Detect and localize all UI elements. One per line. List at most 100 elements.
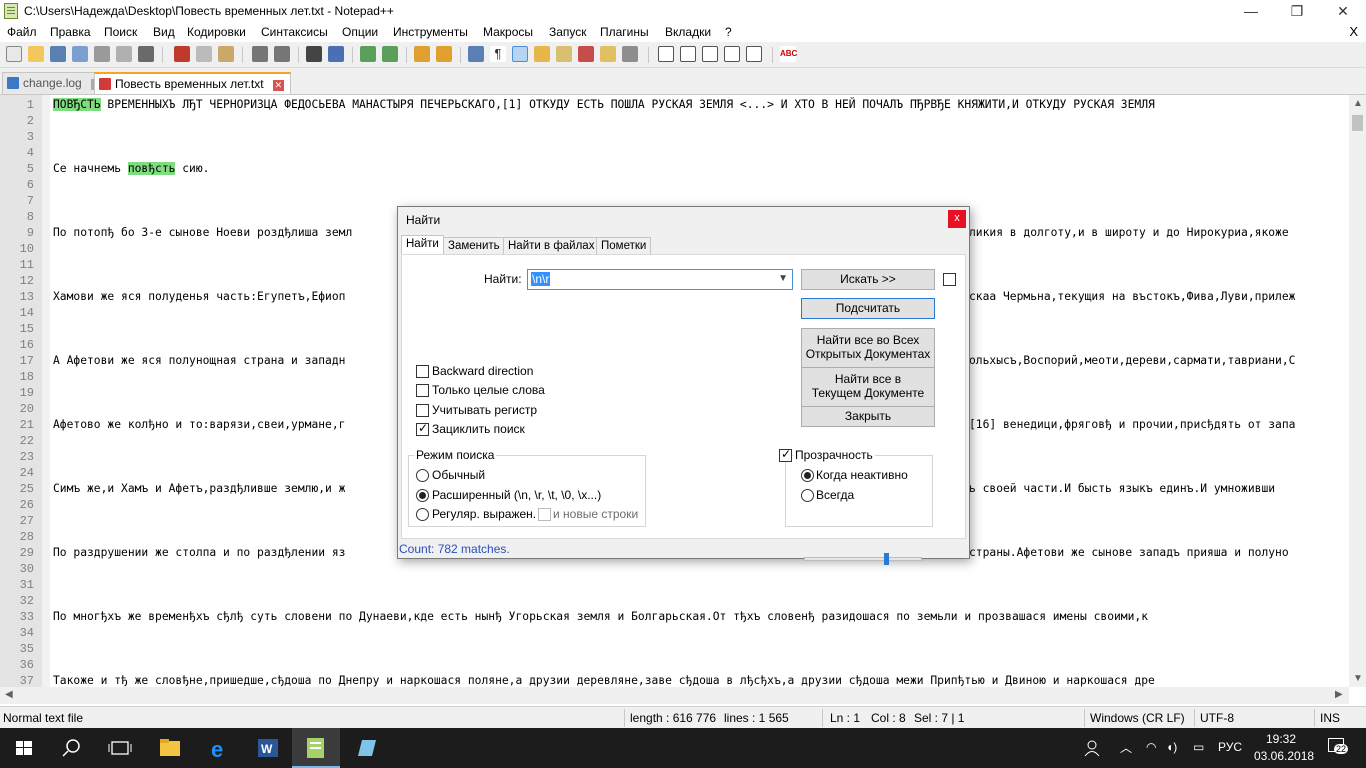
search-button[interactable] xyxy=(48,728,96,768)
save-all-icon[interactable] xyxy=(72,46,88,62)
slider-knob[interactable] xyxy=(884,553,889,565)
spellcheck-icon[interactable]: ABC xyxy=(780,46,797,62)
menu-settings[interactable]: Опции xyxy=(342,25,378,39)
stop-macro-icon[interactable] xyxy=(680,46,696,62)
on-lose-focus-radio[interactable] xyxy=(801,469,814,482)
clock-date[interactable]: 03.06.2018 xyxy=(1254,749,1314,763)
horizontal-scrollbar[interactable]: ◀ ▶ xyxy=(0,687,1349,704)
find-input[interactable]: \n\r ▼ xyxy=(527,269,793,290)
word-taskbar[interactable]: W xyxy=(244,728,292,768)
scroll-up-icon[interactable]: ▲ xyxy=(1353,98,1363,109)
open-file-icon[interactable] xyxy=(28,46,44,62)
tab-find[interactable]: Найти xyxy=(401,235,444,255)
transparency-checkbox[interactable] xyxy=(779,447,792,462)
sync-vertical-icon[interactable] xyxy=(414,46,430,62)
chevron-up-icon[interactable]: ︿ xyxy=(1120,739,1132,756)
zoom-in-icon[interactable] xyxy=(360,46,376,62)
wrap-around-checkbox[interactable] xyxy=(416,421,429,436)
notepad-plus-plus-taskbar[interactable] xyxy=(292,728,340,768)
network-icon[interactable]: ◠ xyxy=(1146,740,1156,754)
close-file-icon[interactable] xyxy=(94,46,110,62)
count-button[interactable]: Подсчитать xyxy=(801,298,935,319)
doc-map-icon[interactable] xyxy=(556,46,572,62)
notepad-taskbar[interactable] xyxy=(342,728,390,768)
folder-workspace-icon[interactable] xyxy=(600,46,616,62)
close-tab-icon[interactable]: ✕ xyxy=(272,80,284,91)
status-eol[interactable]: Windows (CR LF) xyxy=(1090,711,1185,725)
input-language[interactable]: РУС xyxy=(1218,740,1242,754)
tab-find-in-files[interactable]: Найти в файлах xyxy=(503,237,600,255)
close-all-icon[interactable] xyxy=(116,46,132,62)
whole-word-checkbox[interactable] xyxy=(416,384,429,397)
record-macro-icon[interactable] xyxy=(658,46,674,62)
paste-icon[interactable] xyxy=(218,46,234,62)
notification-center-button[interactable]: 22 xyxy=(1328,736,1350,758)
menu-file[interactable]: Файл xyxy=(7,25,37,39)
start-button[interactable] xyxy=(0,728,48,768)
task-view-button[interactable] xyxy=(96,728,144,768)
redo-icon[interactable] xyxy=(274,46,290,62)
menu-syntax[interactable]: Синтаксисы xyxy=(261,25,328,39)
menu-view[interactable]: Вид xyxy=(153,25,175,39)
menu-encoding[interactable]: Кодировки xyxy=(187,25,246,39)
menu-run[interactable]: Запуск xyxy=(549,25,587,39)
new-file-icon[interactable] xyxy=(6,46,22,62)
close-dialog-button[interactable]: Закрыть xyxy=(801,406,935,427)
minimize-button[interactable]: — xyxy=(1228,0,1274,22)
menu-tools[interactable]: Инструменты xyxy=(393,25,468,39)
dot-matches-newline-checkbox[interactable] xyxy=(538,508,551,521)
scroll-left-icon[interactable]: ◀ xyxy=(5,689,13,700)
volume-icon[interactable]: ◖) xyxy=(1166,740,1177,754)
extended-mode-radio[interactable] xyxy=(416,489,429,502)
play-macro-icon[interactable] xyxy=(702,46,718,62)
chevron-down-icon[interactable]: ▼ xyxy=(778,273,788,284)
show-all-chars-icon[interactable]: ¶ xyxy=(490,46,506,62)
sync-horizontal-icon[interactable] xyxy=(436,46,452,62)
save-icon[interactable] xyxy=(50,46,66,62)
tab-replace[interactable]: Заменить xyxy=(443,237,505,255)
cut-icon[interactable] xyxy=(174,46,190,62)
word-wrap-icon[interactable] xyxy=(468,46,484,62)
restore-button[interactable]: ❐ xyxy=(1274,0,1320,22)
save-macro-icon[interactable] xyxy=(746,46,762,62)
replace-icon[interactable] xyxy=(328,46,344,62)
tab-povest[interactable]: Повесть временных лет.txt ✕ xyxy=(94,72,291,94)
function-list-icon[interactable] xyxy=(578,46,594,62)
normal-mode-radio[interactable] xyxy=(416,469,429,482)
clock-time[interactable]: 19:32 xyxy=(1266,732,1296,746)
status-encoding[interactable]: UTF-8 xyxy=(1200,711,1234,725)
regex-mode-radio[interactable] xyxy=(416,508,429,521)
find-all-open-docs-button[interactable]: Найти все во Всех Открытых Документах xyxy=(801,328,935,368)
find-direction-checkbox[interactable] xyxy=(943,273,956,286)
find-next-button[interactable]: Искать >> xyxy=(801,269,935,290)
zoom-out-icon[interactable] xyxy=(382,46,398,62)
close-document-icon[interactable]: X xyxy=(1349,24,1358,39)
menu-macro[interactable]: Макросы xyxy=(483,25,533,39)
indent-guide-icon[interactable] xyxy=(512,46,528,62)
close-window-button[interactable]: ✕ xyxy=(1320,0,1366,22)
vertical-scrollbar[interactable]: ▲ ▼ xyxy=(1349,95,1366,687)
menu-help[interactable]: ? xyxy=(725,25,732,39)
edge-taskbar[interactable]: e xyxy=(196,728,244,768)
match-case-checkbox[interactable] xyxy=(416,404,429,417)
menu-window[interactable]: Вкладки xyxy=(665,25,711,39)
people-icon[interactable] xyxy=(1084,739,1100,757)
monitoring-icon[interactable] xyxy=(622,46,638,62)
always-radio[interactable] xyxy=(801,489,814,502)
backward-direction-checkbox[interactable] xyxy=(416,365,429,378)
find-all-current-doc-button[interactable]: Найти все в Текущем Документе xyxy=(801,367,935,407)
scroll-down-icon[interactable]: ▼ xyxy=(1353,673,1363,684)
scroll-right-icon[interactable]: ▶ xyxy=(1335,689,1343,700)
menu-edit[interactable]: Правка xyxy=(50,25,91,39)
scrollbar-thumb[interactable] xyxy=(1352,115,1363,131)
undo-icon[interactable] xyxy=(252,46,268,62)
udl-icon[interactable] xyxy=(534,46,550,62)
tab-mark[interactable]: Пометки xyxy=(596,237,652,255)
find-icon[interactable] xyxy=(306,46,322,62)
transparency-slider[interactable] xyxy=(804,553,922,565)
print-icon[interactable] xyxy=(138,46,154,62)
menu-plugins[interactable]: Плагины xyxy=(600,25,649,39)
keyboard-icon[interactable]: ▭ xyxy=(1193,740,1204,754)
run-macro-multiple-icon[interactable] xyxy=(724,46,740,62)
copy-icon[interactable] xyxy=(196,46,212,62)
